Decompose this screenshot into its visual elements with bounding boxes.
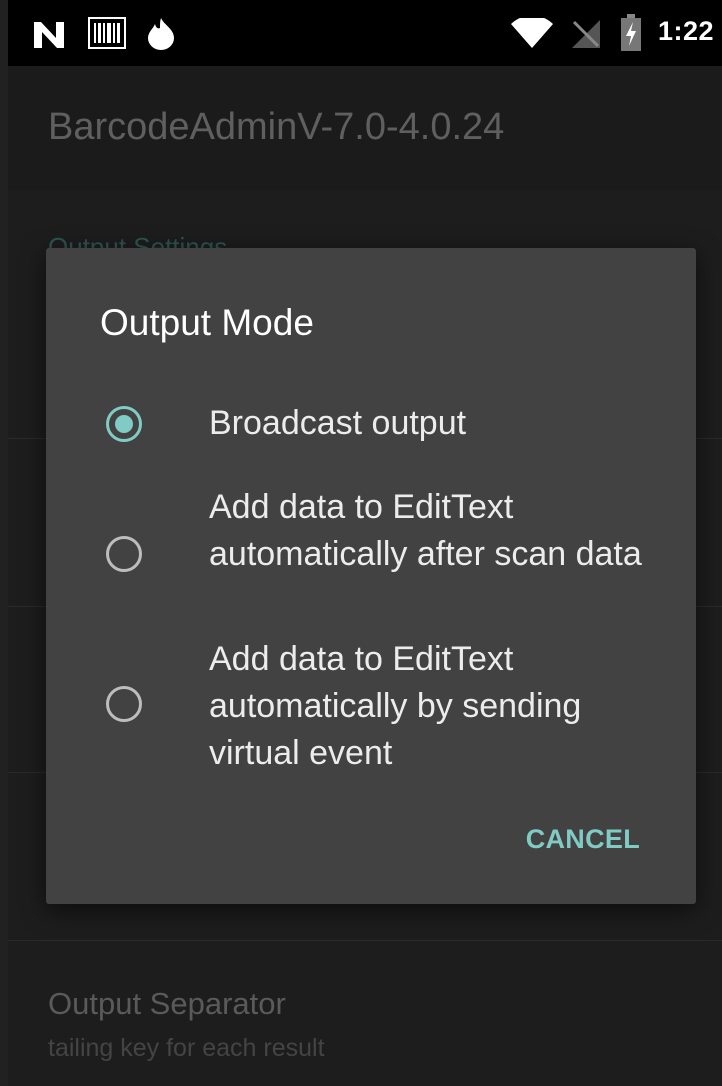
output-mode-dialog: Output Mode Broadcast output Add data to… (46, 248, 696, 904)
option-label: Add data to EditText automatically by se… (209, 640, 582, 772)
n-notification-icon (34, 22, 64, 48)
option-add-to-edittext-after-scan[interactable]: Add data to EditText automatically after… (46, 484, 696, 624)
option-broadcast-output[interactable]: Broadcast output (46, 384, 696, 464)
battery-charging-icon (621, 14, 641, 51)
barcode-icon (88, 17, 126, 49)
radio-button[interactable] (106, 686, 142, 722)
option-add-to-edittext-virtual-event[interactable]: Add data to EditText automatically by se… (46, 636, 696, 776)
no-sim-icon (572, 20, 600, 48)
screen: 1:22 BarcodeAdminV-7.0-4.0.24 Output Set… (0, 0, 722, 1086)
output-separator-summary: tailing key for each result (48, 1034, 325, 1062)
cancel-button[interactable]: CANCEL (526, 824, 640, 855)
option-label: Broadcast output (209, 404, 467, 442)
radio-button[interactable] (106, 536, 142, 572)
wifi-icon (511, 18, 553, 48)
app-title: BarcodeAdminV-7.0-4.0.24 (48, 106, 505, 148)
fire-icon (148, 18, 174, 50)
option-label: Add data to EditText automatically after… (209, 488, 642, 573)
dialog-title: Output Mode (100, 302, 314, 343)
status-time: 1:22 (657, 16, 714, 46)
output-separator-title[interactable]: Output Separator (48, 986, 286, 1022)
radio-button-selected[interactable] (106, 406, 142, 442)
divider (8, 940, 722, 941)
app-bar: BarcodeAdminV-7.0-4.0.24 (8, 66, 722, 190)
status-bar: 1:22 (8, 0, 722, 66)
